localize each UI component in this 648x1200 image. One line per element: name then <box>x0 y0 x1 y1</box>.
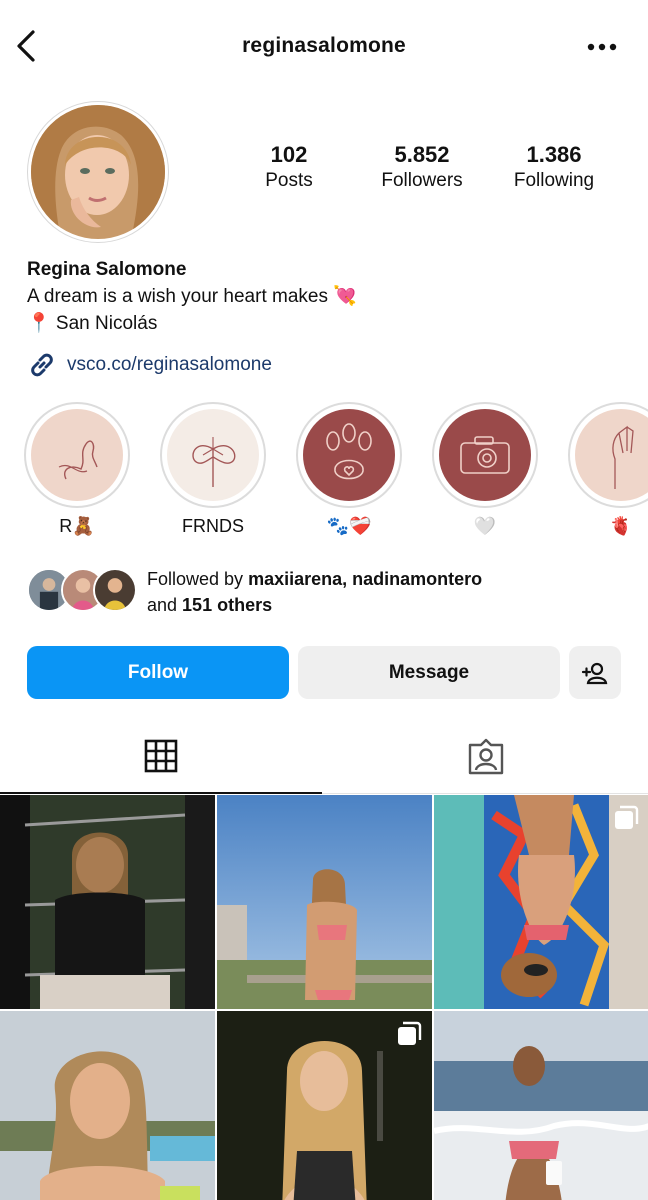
highlight-item[interactable]: 🤍 <box>432 402 538 536</box>
multiple-posts-icon <box>398 1021 422 1045</box>
followers-label: Followers <box>381 170 463 191</box>
post-thumbnail[interactable] <box>0 1011 215 1200</box>
followed-by[interactable]: Followed by maxiiarena, nadinamontero an… <box>27 566 627 622</box>
post-thumbnail[interactable] <box>434 795 648 1009</box>
profile-username: reginasalomone <box>242 34 406 57</box>
followed-by-text: Followed by maxiiarena, nadinamontero an… <box>147 566 482 618</box>
more-options-button[interactable] <box>582 34 622 60</box>
posts-grid <box>0 795 648 1200</box>
highlight-label: R🧸 <box>59 516 95 536</box>
highlight-cover <box>296 402 402 508</box>
post-thumbnail[interactable] <box>434 1011 648 1200</box>
followed-by-names: maxiiarena, nadinamontero <box>248 569 483 589</box>
tab-tagged[interactable] <box>325 720 647 794</box>
posts-label: Posts <box>265 170 313 191</box>
highlight-cover <box>432 402 538 508</box>
message-button[interactable]: Message <box>298 646 560 699</box>
followed-by-prefix: Followed by <box>147 569 249 589</box>
post-thumbnail[interactable] <box>217 1011 432 1200</box>
bio-text: A dream is a wish your heart makes 💘 <box>27 286 357 307</box>
profile-link-text: vsco.co/reginasalomone <box>67 354 272 375</box>
grid-icon <box>144 739 178 773</box>
tagged-person-icon <box>468 738 504 775</box>
stat-posts[interactable]: 102 Posts <box>229 142 349 194</box>
tab-posts-grid[interactable] <box>0 720 322 794</box>
highlight-item[interactable]: R🧸 <box>24 402 130 536</box>
highlight-item[interactable]: 🐾❤️‍🩹 <box>296 402 402 536</box>
profile-avatar[interactable] <box>27 101 169 243</box>
profile-tabs <box>0 720 648 794</box>
avatar-image <box>31 105 165 239</box>
suggest-people-button[interactable] <box>569 646 621 699</box>
more-horizontal-icon <box>587 43 617 51</box>
highlight-cover <box>568 402 648 508</box>
highlight-label: 🤍 <box>473 516 497 536</box>
stat-followers[interactable]: 5.852 Followers <box>362 142 482 194</box>
add-person-icon <box>581 662 608 684</box>
profile-bio: Regina Salomone A dream is a wish your h… <box>27 257 627 337</box>
mutual-avatar <box>93 568 137 612</box>
posts-count: 102 <box>270 142 308 167</box>
followers-count: 5.852 <box>394 142 450 167</box>
follow-button[interactable]: Follow <box>27 646 289 699</box>
followed-by-others: 151 others <box>182 595 273 615</box>
highlight-label: FRNDS <box>182 516 244 536</box>
profile-full-name: Regina Salomone <box>27 259 187 280</box>
following-label: Following <box>513 170 595 191</box>
highlight-item[interactable]: 🫀 <box>568 402 648 536</box>
stat-following[interactable]: 1.386 Following <box>494 142 614 194</box>
profile-link[interactable]: vsco.co/reginasalomone <box>27 350 272 380</box>
top-bar: reginasalomone <box>0 0 648 92</box>
post-thumbnail[interactable] <box>0 795 215 1009</box>
following-count: 1.386 <box>526 142 582 167</box>
post-thumbnail[interactable] <box>217 795 432 1009</box>
followed-by-and: and <box>147 595 183 615</box>
highlight-label: 🫀 <box>609 516 633 536</box>
highlight-cover <box>160 402 266 508</box>
highlight-item[interactable]: FRNDS <box>160 402 266 536</box>
highlight-cover <box>24 402 130 508</box>
bio-location: 📍 San Nicolás <box>27 313 158 334</box>
highlight-label: 🐾❤️‍🩹 <box>326 516 372 536</box>
multiple-posts-icon <box>615 805 639 829</box>
link-icon <box>31 353 53 377</box>
